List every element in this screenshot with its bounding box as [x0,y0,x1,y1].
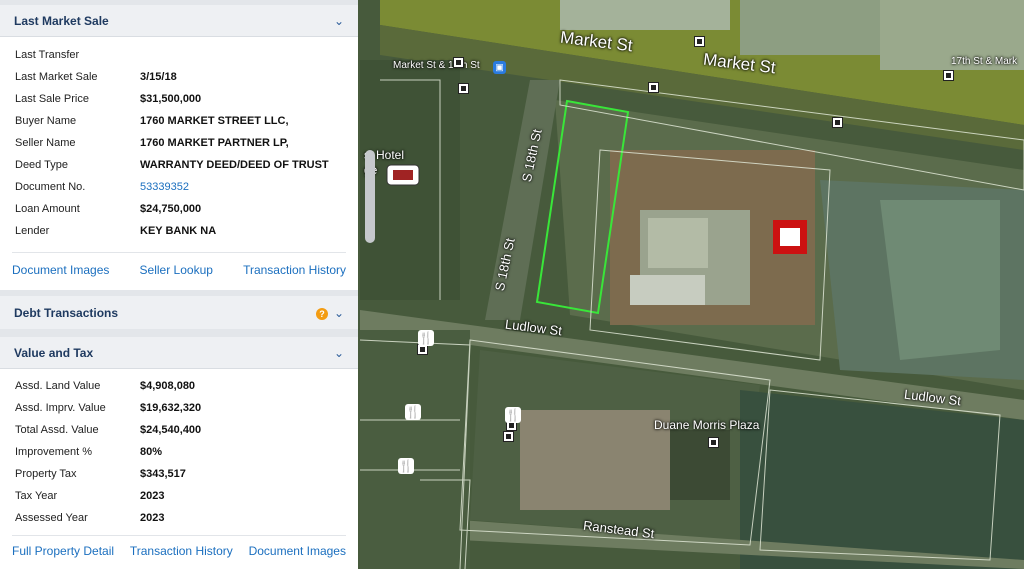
field-value: $24,750,000 [140,203,202,215]
transaction-history-link[interactable]: Transaction History [243,263,346,277]
poi-icon[interactable] [458,83,469,94]
bus-stop-icon[interactable]: ▣ [493,61,506,74]
field-value: 2023 [140,490,165,502]
document-images-link[interactable]: Document Images [249,544,346,558]
last-market-sale-header[interactable]: Last Market Sale ⌄ [0,5,358,37]
field-row: Lender KEY BANK NA [0,220,358,242]
field-label: Property Tax [15,468,77,480]
field-label: Total Assd. Value [15,424,99,436]
sidebar-scrollbar[interactable] [365,150,375,243]
field-label: Assessed Year [15,512,88,524]
field-row: Tax Year 2023 [0,485,358,507]
field-value: 1760 MARKET PARTNER LP, [140,137,289,149]
restaurant-icon[interactable]: 🍴 [405,404,421,420]
field-label: Last Market Sale [15,71,98,83]
field-value: $4,908,080 [140,380,196,392]
restaurant-icon[interactable]: 🍴 [398,458,414,474]
debt-transactions-panel: Debt Transactions ? ⌄ [0,296,358,329]
field-label: Assd. Imprv. Value [15,402,106,414]
document-images-link[interactable]: Document Images [12,263,109,277]
place-label-17th-market: 17th St & Mark [951,56,1018,67]
field-label: Seller Name [15,137,76,149]
restaurant-icon[interactable]: 🍴 [505,407,521,423]
field-label: Assd. Land Value [15,380,101,392]
field-label: Loan Amount [15,203,80,215]
sale-actions: Document Images Seller Lookup Transactio… [0,253,358,287]
poi-icon[interactable] [694,36,705,47]
field-label: Document No. [15,181,86,193]
place-label-market-18th: Market St & 18th St [393,60,480,71]
field-value: 1760 MARKET STREET LLC, [140,115,289,127]
property-sidebar: Last Market Sale ⌄ Last Transfer Last Ma… [0,0,358,569]
poi-icon[interactable] [943,70,954,81]
field-label: Last Sale Price [15,93,89,105]
document-number-link[interactable]: 53339352 [140,181,189,193]
field-label: Improvement % [15,446,93,458]
place-label-hotel: Hotel [376,148,405,162]
value-and-tax-header[interactable]: Value and Tax ⌄ [0,337,358,369]
field-row: Document No. 53339352 [0,176,358,198]
field-value: 80% [140,446,163,458]
field-label: Buyer Name [15,115,77,127]
poi-icon[interactable] [453,57,464,68]
field-value: WARRANTY DEED/DEED OF TRUST [140,159,329,171]
field-label: Last Transfer [15,49,80,61]
field-row: Seller Name 1760 MARKET PARTNER LP, [0,132,358,154]
field-label: Lender [15,225,50,237]
chevron-down-icon[interactable]: ⌄ [334,306,344,320]
field-value: KEY BANK NA [140,225,217,237]
field-row: Last Transfer [0,44,358,66]
value-and-tax-panel: Value and Tax ⌄ Assd. Land Value $4,908,0… [0,337,358,569]
field-value: $24,540,400 [140,424,202,436]
field-row: Improvement % 80% [0,441,358,463]
debt-transactions-header[interactable]: Debt Transactions ? ⌄ [0,296,358,329]
poi-icon[interactable] [708,437,719,448]
field-row: Loan Amount $24,750,000 [0,198,358,220]
field-row: Buyer Name 1760 MARKET STREET LLC, [0,110,358,132]
field-label: Tax Year [15,490,58,502]
field-label: Deed Type [15,159,69,171]
poi-icon[interactable] [503,431,514,442]
field-value: 2023 [140,512,165,524]
field-value: 3/15/18 [140,71,177,83]
restaurant-icon[interactable]: 🍴 [418,330,434,346]
chevron-down-icon[interactable]: ⌄ [334,14,344,28]
place-label-duane-morris: Duane Morris Plaza [654,418,760,432]
field-row: Last Sale Price $31,500,000 [0,88,358,110]
transaction-history-link[interactable]: Transaction History [130,544,233,558]
field-row: Assd. Imprv. Value $19,632,320 [0,397,358,419]
poi-icon[interactable] [648,82,659,93]
field-row: Last Market Sale 3/15/18 [0,66,358,88]
tax-actions: Full Property Detail Transaction History… [0,536,358,566]
panel-title: Debt Transactions [14,305,119,320]
panel-title: Last Market Sale [14,13,109,28]
field-row: Assd. Land Value $4,908,080 [0,375,358,397]
field-row: Assessed Year 2023 [0,507,358,529]
field-value: $31,500,000 [140,93,202,105]
field-value: $343,517 [140,468,186,480]
full-property-detail-link[interactable]: Full Property Detail [12,544,114,558]
poi-icon[interactable] [832,117,843,128]
last-market-sale-panel: Last Market Sale ⌄ Last Transfer Last Ma… [0,5,358,290]
chevron-down-icon[interactable]: ⌄ [334,346,344,360]
field-row: Property Tax $343,517 [0,463,358,485]
seller-lookup-link[interactable]: Seller Lookup [140,263,213,277]
field-row: Total Assd. Value $24,540,400 [0,419,358,441]
field-row: Deed Type WARRANTY DEED/DEED OF TRUST [0,154,358,176]
panel-title: Value and Tax [14,345,94,360]
question-icon[interactable]: ? [315,307,328,320]
field-value: $19,632,320 [140,402,202,414]
